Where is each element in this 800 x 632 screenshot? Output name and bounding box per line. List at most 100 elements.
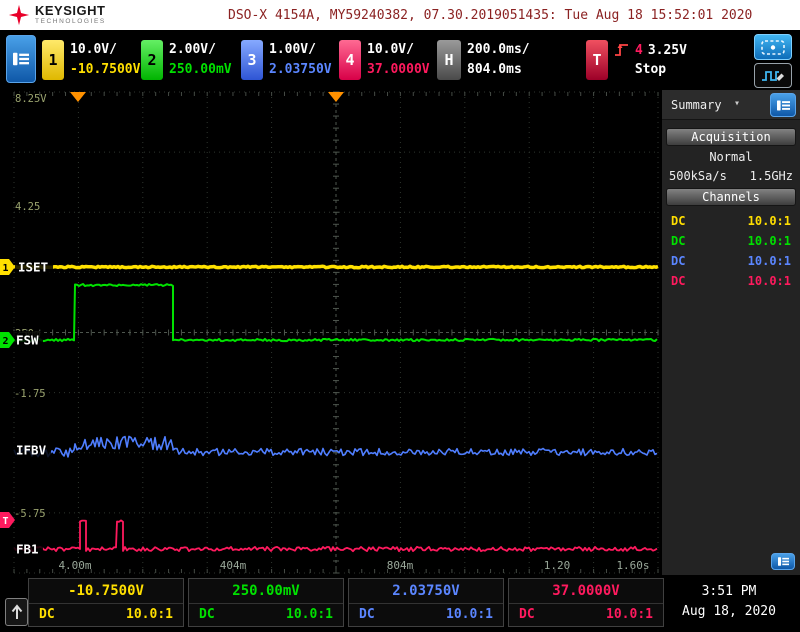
menu-icon [777,557,789,566]
axis-label: 4.25 [15,201,40,213]
panel-menu-button[interactable] [770,93,796,117]
trace-label: ISET [18,260,48,275]
scope-graticule: 8.25V4.25250m-1.75-5.754.00m404m804m1.20… [0,91,659,574]
channel-1-summary-row: DC 10.0:1 [671,214,791,228]
channel-1-coupling-readout: DC [39,607,55,622]
channel-3-badge[interactable]: 3 [241,40,263,80]
channel-2-offset: 250.00mV [169,62,232,77]
channel-1-coupling: DC [671,214,686,228]
trace-label: IFBV [16,443,47,458]
trace-label: FSW [16,333,39,348]
channel-2-badge[interactable]: 2 [141,40,163,80]
channel-4-offset: 37.0000V [367,62,430,77]
acquisition-rates: 500kSa/s 1.5GHz [669,169,793,183]
channel-3-readout[interactable]: 2.03750V DC 10.0:1 [348,578,504,627]
waveform-display[interactable]: 8.25V4.25250m-1.75-5.754.00m404m804m1.20… [0,90,660,575]
channel-4-scale: 10.0V/ [367,42,414,57]
channel-1-probe: 10.0:1 [747,214,791,228]
horizontal-delay: 804.0ms [467,62,522,77]
channel-3-coupling-readout: DC [359,607,375,622]
channel-3-probe-readout: 10.0:1 [446,607,493,622]
horizontal-timebase: 200.0ms/ [467,42,530,57]
channel-4-badge[interactable]: 4 [339,40,361,80]
time-label: 4.00m [58,559,91,572]
horizontal-badge[interactable]: H [437,40,461,80]
channel-4-coupling-readout: DC [519,607,535,622]
axis-label: -1.75 [14,388,46,400]
chevron-down-icon: ▾ [734,98,741,109]
keysight-spark-icon [8,4,30,26]
channel-2-coupling-readout: DC [199,607,215,622]
channel-1-scale: 10.0V/ [70,42,117,57]
trigger-time-marker[interactable] [70,92,86,102]
menu-icon [776,99,790,111]
trigger-controls[interactable]: T 4 3.25V Stop [586,40,687,80]
channel-2-value: 250.00mV [189,579,343,604]
time-label: 1.20 [544,559,571,572]
channel-1-probe-readout: 10.0:1 [126,607,173,622]
channel-4-probe-readout: 10.0:1 [606,607,653,622]
channel-4-probe: 10.0:1 [747,274,791,288]
back-up-button[interactable] [5,598,28,626]
summary-panel: Summary ▾ Acquisition Normal 500kSa/s 1.… [662,90,800,575]
svg-text:2: 2 [3,336,9,347]
channel-2-coupling: DC [671,234,686,248]
channel-1-controls[interactable]: 1 10.0V/ -10.7500V [42,40,140,80]
acquisition-header: Acquisition [666,128,796,146]
menu-icon [13,52,29,66]
summary-dropdown[interactable]: Summary [671,98,722,112]
channel-1-badge[interactable]: 1 [42,40,64,80]
up-arrow-icon [11,604,22,619]
trace-iset [13,264,659,270]
acquisition-mode: Normal [709,150,753,164]
date-display: Aug 18, 2020 [682,604,776,619]
trigger-edge-icon [615,44,628,56]
trigger-source: 4 [635,42,643,58]
channel-4-readout[interactable]: 37.0000V DC 10.0:1 [508,578,664,627]
waveform-icon [762,70,784,81]
trigger-time-marker[interactable] [328,92,344,102]
bandwidth: 1.5GHz [749,169,793,183]
channel-4-coupling: DC [671,274,686,288]
channel-3-controls[interactable]: 3 1.00V/ 2.03750V [241,40,332,80]
panel-bottom-menu-button[interactable] [771,553,795,570]
channel-2-controls[interactable]: 2 2.00V/ 250.00mV [141,40,232,80]
waveform-annotation-button[interactable] [754,63,792,88]
channel-1-readout[interactable]: -10.7500V DC 10.0:1 [28,578,184,627]
sample-rate: 500kSa/s [669,169,727,183]
trigger-badge[interactable]: T [586,40,608,80]
svg-text:T: T [3,516,9,527]
clock: 3:51 PM Aug 18, 2020 [666,582,792,622]
channel-2-probe: 10.0:1 [747,234,791,248]
time-label: 404m [220,559,247,572]
channels-header: Channels [666,188,796,206]
channel-3-probe: 10.0:1 [747,254,791,268]
brand-name: KEYSIGHT [35,3,106,19]
title-bar: KEYSIGHT TECHNOLOGIES DSO-X 4154A, MY592… [0,0,800,30]
channel-4-summary-row: DC 10.0:1 [671,274,791,288]
touch-icon [761,39,785,55]
channel-3-offset: 2.03750V [269,62,332,77]
trigger-level: 3.25V [647,42,687,58]
channel-1-value: -10.7500V [29,579,183,604]
time-display: 3:51 PM [701,584,757,599]
svg-text:1: 1 [3,263,9,274]
bottom-bar: -10.7500V DC 10.0:1 250.00mV DC 10.0:1 2… [0,575,800,632]
axis-label: -5.75 [14,508,46,520]
time-label: 1.60s [616,559,649,572]
channel-2-probe-readout: 10.0:1 [286,607,333,622]
keysight-logo: KEYSIGHT TECHNOLOGIES [8,4,106,26]
trace-label: FB1 [16,542,39,557]
main-menu-button[interactable] [6,35,36,83]
run-state: Stop [634,62,667,77]
channel-3-coupling: DC [671,254,686,268]
channel-2-readout[interactable]: 250.00mV DC 10.0:1 [188,578,344,627]
channel-2-scale: 2.00V/ [169,42,216,57]
channel-4-controls[interactable]: 4 10.0V/ 37.0000V [339,40,430,80]
brand-subtitle: TECHNOLOGIES [35,18,106,26]
channel-3-scale: 1.00V/ [269,42,316,57]
toolbar: 1 10.0V/ -10.7500V 2 2.00V/ 250.00mV 3 1… [0,30,800,90]
time-label: 804m [387,559,414,572]
horizontal-controls[interactable]: H 200.0ms/ 804.0ms [437,40,530,80]
touch-button[interactable] [754,34,792,60]
